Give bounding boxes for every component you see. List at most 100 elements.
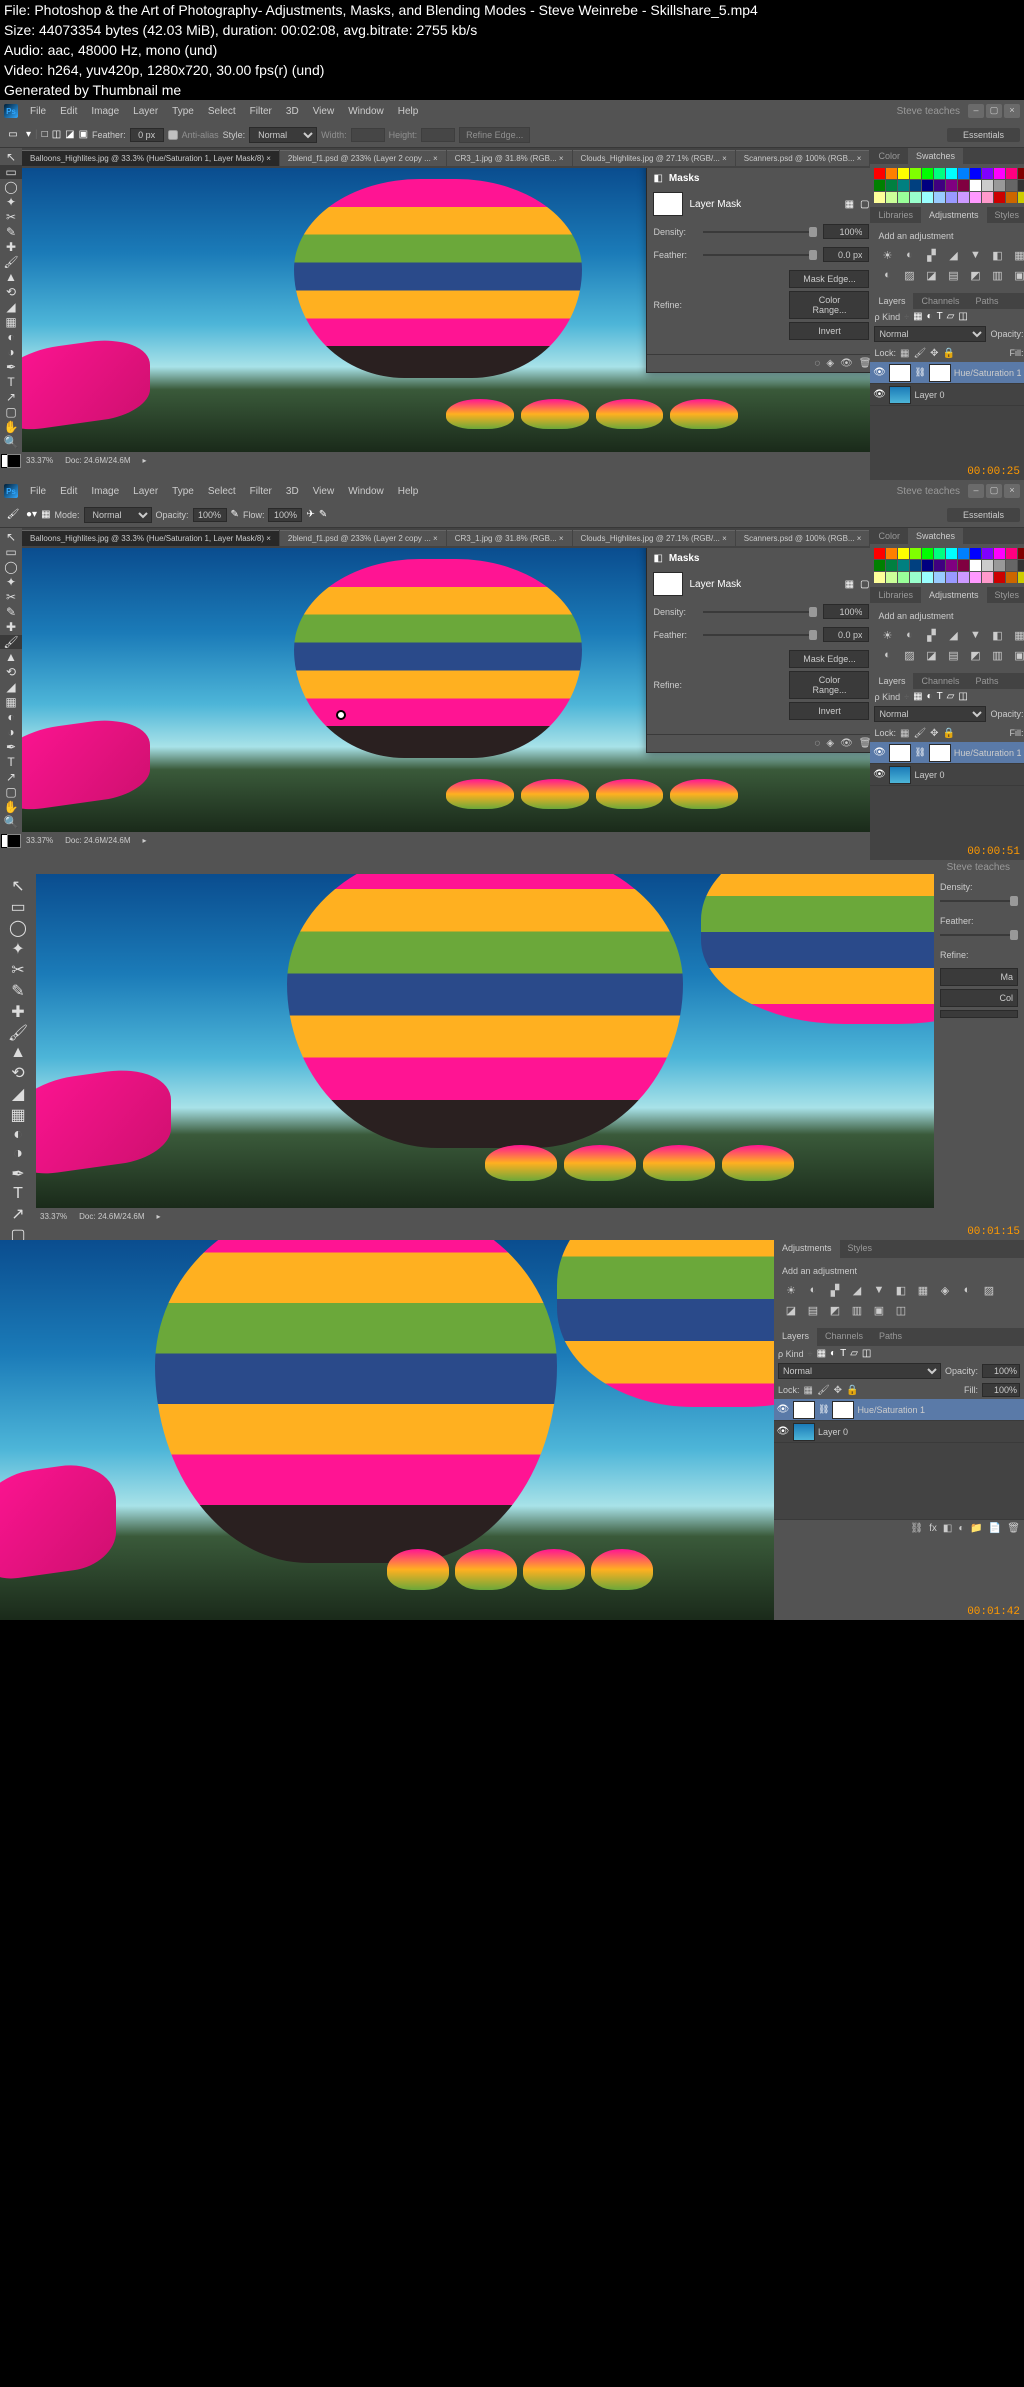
layer-name[interactable]: Hue/Saturation 1 [954,368,1022,378]
load-selection-icon[interactable]: ◌ [814,358,820,369]
lock-pixels-icon[interactable]: 🖌 [913,348,926,359]
filter-pixel-icon[interactable]: ▦ [817,1348,826,1359]
adjustment-icon-8[interactable]: ◐ [878,269,896,285]
lasso-tool[interactable]: ◯ [0,180,22,194]
document-tab[interactable]: CR3_1.jpg @ 31.8% (RGB... × [447,150,572,166]
crop-tool[interactable]: ✂ [0,210,22,224]
menu-type[interactable]: Type [166,484,200,499]
swatch[interactable] [1006,168,1017,179]
properties-panel[interactable]: Properties« ◧Masks Layer Mask▦▢ Density:… [646,548,870,753]
link-icon[interactable]: ⛓ [818,1404,829,1415]
swatch[interactable] [874,192,885,203]
swatch[interactable] [886,168,897,179]
document-tab[interactable]: Clouds_Highlites.jpg @ 27.1% (RGB/... × [573,530,735,546]
dodge-tool[interactable]: ◑ [3,1145,33,1163]
history-brush-tool[interactable]: ⟲ [0,285,22,299]
path-tool[interactable]: ↗ [0,390,22,404]
delete-mask-icon[interactable]: 🗑 [859,738,871,749]
menu-view[interactable]: View [307,484,341,499]
new-group-icon[interactable]: 📁 [970,1523,982,1534]
lasso-tool[interactable]: ◯ [0,560,22,574]
layer-thumbnail[interactable] [889,386,911,404]
brush-tool[interactable]: 🖌 [0,635,22,649]
swatch[interactable] [934,560,945,571]
swatch[interactable] [934,168,945,179]
feather-slider[interactable] [703,634,817,636]
swatch[interactable] [934,548,945,559]
swatch[interactable] [982,168,993,179]
lock-transparency-icon[interactable]: ▦ [900,728,909,739]
adjustment-icon-9[interactable]: ▨ [900,269,918,285]
swatch[interactable] [934,192,945,203]
pen-tool[interactable]: ✒ [3,1164,33,1184]
swatch[interactable] [1006,548,1017,559]
canvas[interactable] [0,1240,774,1620]
layer-name[interactable]: Hue/Saturation 1 [954,748,1022,758]
canvas[interactable] [36,874,934,1208]
color-range-button[interactable]: Color Range... [789,291,869,319]
zoom-level[interactable]: 33.37% [26,456,53,465]
paths-tab[interactable]: Paths [871,1328,910,1346]
menu-file[interactable]: File [24,104,52,119]
antialias-checkbox[interactable] [168,130,178,140]
swatch[interactable] [946,548,957,559]
adjustment-icon-3[interactable]: ◢ [944,629,962,645]
adjustment-icon-11[interactable]: ▤ [944,269,962,285]
layers-tab[interactable]: Layers [774,1328,817,1346]
filter-smart-icon[interactable]: ◫ [958,311,967,322]
gradient-tool[interactable]: ▦ [0,315,22,329]
swatch[interactable] [982,560,993,571]
wand-tool[interactable]: ✦ [3,939,33,959]
lock-all-icon[interactable]: 🔒 [846,1385,858,1396]
menu-filter[interactable]: Filter [244,484,278,499]
healing-tool[interactable]: ✚ [0,620,22,634]
channels-tab[interactable]: Channels [817,1328,871,1346]
path-tool[interactable]: ↗ [0,770,22,784]
canvas[interactable]: Properties« ◧Masks Layer Mask▦▢ Density:… [22,548,870,832]
wand-tool[interactable]: ✦ [0,575,22,589]
dodge-tool[interactable]: ◑ [0,725,22,739]
doc-size[interactable]: Doc: 24.6M/24.6M [79,1212,144,1221]
blend-mode-select[interactable]: Normal [874,706,986,722]
adjustments-tab[interactable]: Adjustments [921,207,987,223]
color-tab[interactable]: Color [870,148,908,164]
swatch[interactable] [874,572,885,583]
libraries-tab[interactable]: Libraries [870,207,921,223]
filter-shape-icon[interactable]: ▱ [947,691,955,702]
swatch[interactable] [982,548,993,559]
close-button[interactable]: × [1004,104,1020,118]
color-range-button[interactable]: Color Range... [789,671,869,699]
visibility-icon[interactable]: 👁 [872,747,886,758]
zoom-tool[interactable]: 🔍 [0,815,22,829]
swatch[interactable] [970,168,981,179]
swatch[interactable] [970,572,981,583]
filter-adjustment-icon[interactable]: ◐ [927,311,933,322]
doc-size[interactable]: Doc: 24.6M/24.6M [65,456,130,465]
swatch[interactable] [898,168,909,179]
link-icon[interactable]: ⛓ [914,367,925,378]
swatch[interactable] [994,548,1005,559]
brush-panel-icon[interactable]: ▦ [41,509,50,520]
feather-slider[interactable] [940,934,1018,936]
swatch[interactable] [1006,192,1017,203]
swatch[interactable] [874,560,885,571]
stamp-tool[interactable]: ▲ [3,1044,33,1062]
document-tab[interactable]: Scanners.psd @ 100% (RGB... × [736,530,870,546]
adjustment-icon-6[interactable]: ▦ [1010,629,1024,645]
fill-input[interactable] [982,1383,1020,1397]
brush-tool[interactable]: 🖌 [0,255,22,269]
intersect-selection-icon[interactable]: ▣ [79,129,88,140]
layer-background[interactable]: 👁Layer 0 [774,1421,1024,1443]
gradient-tool[interactable]: ▦ [3,1105,33,1125]
lock-position-icon[interactable]: ✥ [930,348,938,359]
opacity-input[interactable] [193,508,227,522]
adjustment-icon-11[interactable]: ▤ [804,1304,822,1320]
mask-thumbnail[interactable] [653,572,683,596]
channels-tab[interactable]: Channels [913,673,967,689]
feather-input[interactable] [823,247,869,262]
adjustment-icon-2[interactable]: ▞ [826,1284,844,1300]
swatch[interactable] [994,192,1005,203]
layer-name[interactable]: Layer 0 [914,390,944,400]
feather-input[interactable] [130,128,164,142]
layer-opacity-input[interactable] [982,1364,1020,1378]
